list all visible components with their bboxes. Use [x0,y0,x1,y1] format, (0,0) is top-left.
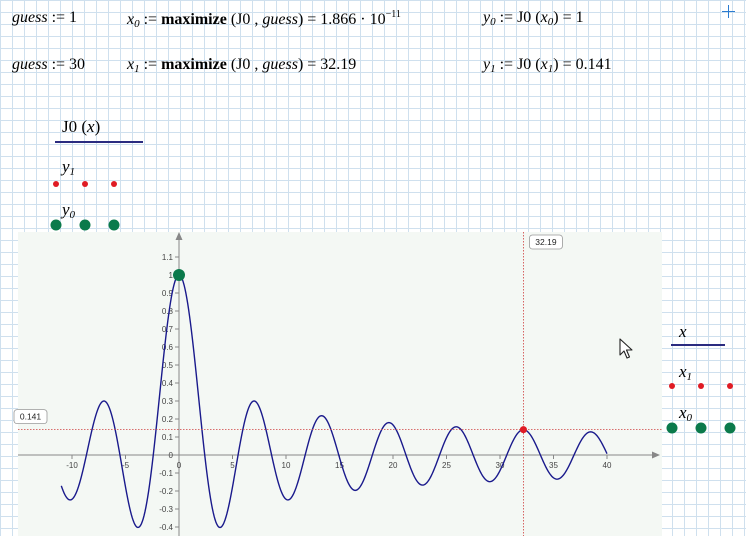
x-tick-label: 0 [177,461,182,470]
y-legend-y1[interactable]: y1 [62,157,75,178]
y-tick-label: 1.1 [162,253,174,262]
y-tick-label: 0.8 [162,307,174,316]
y-axis-expression[interactable]: J0 (x) [62,117,100,137]
y-tick-label: 0 [169,451,174,460]
point-x1-y1 [519,426,527,434]
mouse-pointer-icon [619,338,633,359]
x1-maximize-expression[interactable]: x1 := maximize (J0 , guess) = 32.19 [127,56,356,75]
y-tick-label: -0.2 [159,487,173,496]
x-marker-label: 32.19 [535,237,557,247]
y-axis-expression-rule [55,141,143,143]
y0-evaluation[interactable]: y0 := J0 (x0) = 1 [483,9,584,28]
y-tick-label: 1 [169,271,174,280]
x-axis-expression-rule [671,344,725,346]
plot-background [18,232,662,536]
y-tick-label: 0.2 [162,415,174,424]
guess-variable: guess [12,9,48,26]
x-legend-x0-swatch [666,422,736,434]
maximize-function: maximize [161,11,227,28]
add-region-plus-icon[interactable] [722,5,735,18]
y-tick-label: 0.4 [162,379,174,388]
x-tick-label: 25 [442,461,451,470]
y1-evaluation[interactable]: y1 := J0 (x1) = 0.141 [483,56,612,75]
y-marker-label: 0.141 [20,412,42,422]
x-axis-expression[interactable]: x [679,322,687,342]
y-tick-label: -0.1 [159,469,173,478]
x-tick-label: 20 [389,461,398,470]
y-legend-y0-swatch [50,219,120,231]
x-tick-label: -10 [66,461,78,470]
y-legend-y1-swatch [53,181,117,187]
x-legend-x1-swatch [669,383,733,389]
bessel-j0-plot[interactable]: -10 -5 0 5 10 15 20 25 30 35 401.110.90.80.70.60.5… [0,232,662,536]
guess-definition-1[interactable]: guess := 1 [12,9,77,27]
y-tick-label: -0.4 [159,523,173,532]
y-tick-label: -0.3 [159,505,173,514]
y-tick-label: 0.1 [162,433,174,442]
y-tick-label: 0.3 [162,397,174,406]
x-tick-label: 10 [282,461,291,470]
x-tick-label: 40 [603,461,612,470]
x-tick-label: 5 [230,461,235,470]
x-tick-label: -5 [122,461,130,470]
x-tick-label: 35 [549,461,558,470]
guess-definition-2[interactable]: guess := 30 [12,56,85,74]
point-x0-y0 [173,269,185,281]
x0-maximize-expression[interactable]: x0 := maximize (J0 , guess) = 1.866 · 10… [127,9,401,30]
